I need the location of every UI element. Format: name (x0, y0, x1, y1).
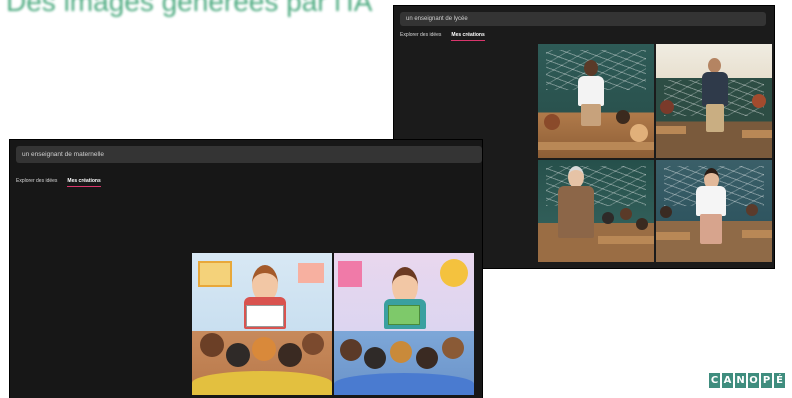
student-head (616, 110, 630, 124)
wall-poster (298, 263, 324, 283)
generated-image-1[interactable] (538, 44, 654, 158)
logo-letter: A (722, 373, 733, 388)
wall-poster (338, 261, 362, 287)
teacher-legs (706, 104, 724, 132)
student-head (660, 100, 674, 114)
child-head (416, 347, 438, 369)
wall-poster (198, 261, 232, 287)
rug (334, 373, 474, 395)
desk (538, 142, 654, 150)
open-book (246, 305, 284, 327)
desk (742, 230, 772, 238)
generated-images-grid (192, 253, 474, 395)
wall-decoration (440, 259, 468, 287)
tab-explore[interactable]: Explorer des idées (16, 178, 57, 187)
student-head (544, 114, 560, 130)
desk (656, 232, 690, 240)
teacher-skirt (700, 214, 722, 244)
prompt-input[interactable]: un enseignant de lycée (400, 12, 766, 26)
child-head (390, 341, 412, 363)
student-head (660, 206, 672, 218)
child-head (364, 347, 386, 369)
desk (656, 126, 686, 134)
slide-title: Des images générées par l'IA (6, 0, 373, 17)
tab-my-creations[interactable]: Mes créations (451, 32, 486, 41)
student-head (752, 94, 766, 108)
logo-letter: N (735, 373, 746, 388)
prompt-input[interactable]: un enseignant de maternelle (16, 146, 482, 163)
open-book (388, 305, 420, 325)
generated-image-3[interactable] (538, 160, 654, 262)
student-head (636, 218, 648, 230)
child-head (340, 339, 362, 361)
rug (192, 371, 332, 395)
teacher-body (702, 72, 728, 106)
child-head (226, 343, 250, 367)
canope-logo: C A N O P É (709, 373, 785, 388)
student-head (620, 208, 632, 220)
teacher-head (708, 58, 721, 73)
teacher-head (568, 166, 584, 188)
tab-my-creations[interactable]: Mes créations (67, 178, 102, 187)
generated-images-grid (538, 44, 772, 262)
teacher-body (558, 186, 594, 238)
desk (598, 236, 654, 244)
student-head (746, 204, 758, 216)
teacher-body (696, 186, 726, 216)
generated-image-4[interactable] (656, 160, 772, 262)
tab-bar: Explorer des idées Mes créations (400, 32, 486, 41)
student-head (602, 212, 614, 224)
tab-explore[interactable]: Explorer des idées (400, 32, 441, 41)
logo-letter: P (761, 373, 772, 388)
image-generator-window-maternelle: un enseignant de maternelle Explorer des… (10, 140, 482, 398)
child-head (200, 333, 224, 357)
generated-image-1[interactable] (192, 253, 332, 395)
desk (742, 130, 772, 138)
child-head (442, 337, 464, 359)
child-head (302, 333, 324, 355)
generated-image-2[interactable] (334, 253, 474, 395)
child-head (278, 343, 302, 367)
student-head (630, 124, 648, 142)
generated-image-2[interactable] (656, 44, 772, 158)
teacher-skirt (581, 104, 601, 126)
logo-letter: É (774, 373, 785, 388)
logo-letter: O (748, 373, 759, 388)
teacher-head (584, 60, 598, 76)
logo-letter: C (709, 373, 720, 388)
tab-bar: Explorer des idées Mes créations (16, 178, 102, 187)
child-head (252, 337, 276, 361)
teacher-body (578, 76, 604, 106)
